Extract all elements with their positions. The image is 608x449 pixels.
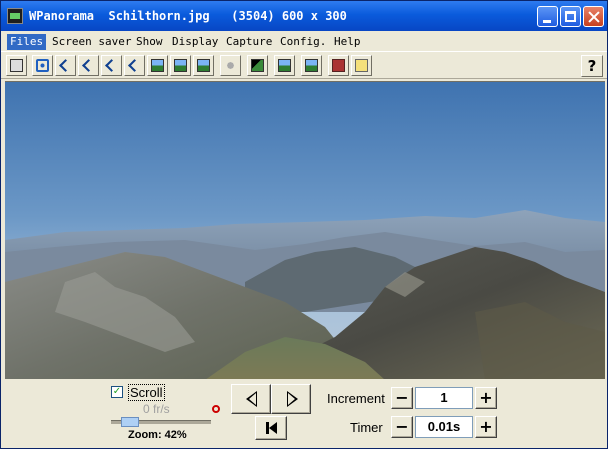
book-icon[interactable]	[328, 55, 349, 76]
scroll-label[interactable]: Scroll	[128, 384, 165, 401]
application-window: WPanorama Schilthorn.jpg (3504) 600 x 30…	[0, 0, 608, 449]
increment-minus-button[interactable]: −	[391, 387, 413, 409]
menu-files[interactable]: Files	[7, 34, 47, 50]
gallery-icon[interactable]	[301, 55, 322, 76]
menu-capture[interactable]: Capture	[223, 34, 275, 50]
app-icon[interactable]	[7, 8, 23, 24]
help-button[interactable]: ?	[581, 55, 603, 77]
image-narrow-icon[interactable]	[193, 55, 214, 76]
menu-help[interactable]: Help	[331, 34, 364, 50]
window-title: WPanorama Schilthorn.jpg (3504) 600 x 30…	[29, 9, 347, 23]
close-button[interactable]	[583, 6, 604, 27]
title-bar[interactable]: WPanorama Schilthorn.jpg (3504) 600 x 30…	[1, 1, 607, 31]
arrow-sw-icon[interactable]	[101, 55, 122, 76]
menu-config[interactable]: Config.	[277, 34, 329, 50]
timer-field[interactable]: 0.01s	[415, 416, 473, 438]
skip-back-icon	[266, 422, 277, 434]
sound-icon[interactable]	[220, 55, 241, 76]
zoom-slider-thumb[interactable]	[121, 417, 139, 427]
panorama-icon[interactable]	[274, 55, 295, 76]
minimize-icon	[543, 20, 551, 23]
triangle-left-icon	[246, 391, 257, 407]
go-start-button[interactable]	[255, 416, 287, 440]
scroll-right-button[interactable]	[271, 384, 311, 414]
fps-readout: 0 fr/s	[143, 402, 170, 416]
image-wide-icon[interactable]	[170, 55, 191, 76]
menu-screen-saver[interactable]: Screen saver	[49, 34, 134, 50]
toolbar: ?	[1, 51, 607, 79]
control-panel: ✓ Scroll 0 fr/s Zoom: 42% Increment − 1 …	[1, 380, 607, 448]
mountain-icon[interactable]	[247, 55, 268, 76]
image-fit-icon[interactable]	[147, 55, 168, 76]
timer-minus-button[interactable]: −	[391, 416, 413, 438]
scroll-left-button[interactable]	[231, 384, 271, 414]
menu-display[interactable]: Display	[169, 34, 221, 50]
triangle-right-icon	[287, 391, 298, 407]
increment-plus-button[interactable]: +	[475, 387, 497, 409]
arrow-ne-icon[interactable]	[78, 55, 99, 76]
record-icon	[212, 405, 220, 413]
panorama-view[interactable]	[5, 81, 605, 379]
move-icon[interactable]	[32, 55, 53, 76]
minimize-button[interactable]	[537, 6, 558, 27]
print-icon[interactable]	[6, 55, 27, 76]
arrow-nw-icon[interactable]	[55, 55, 76, 76]
timer-plus-button[interactable]: +	[475, 416, 497, 438]
panorama-image	[5, 82, 605, 379]
maximize-icon	[565, 11, 576, 22]
scroll-checkbox[interactable]: ✓	[111, 386, 123, 398]
maximize-button[interactable]	[560, 6, 581, 27]
help-book-icon[interactable]	[351, 55, 372, 76]
menu-show[interactable]: Show	[133, 34, 166, 50]
arrow-se-icon[interactable]	[124, 55, 145, 76]
zoom-readout: Zoom: 42%	[128, 429, 187, 441]
menu-bar: Files Screen saver Show Display Capture …	[1, 32, 607, 50]
increment-label: Increment	[327, 391, 385, 406]
timer-label: Timer	[350, 420, 383, 435]
increment-field[interactable]: 1	[415, 387, 473, 409]
